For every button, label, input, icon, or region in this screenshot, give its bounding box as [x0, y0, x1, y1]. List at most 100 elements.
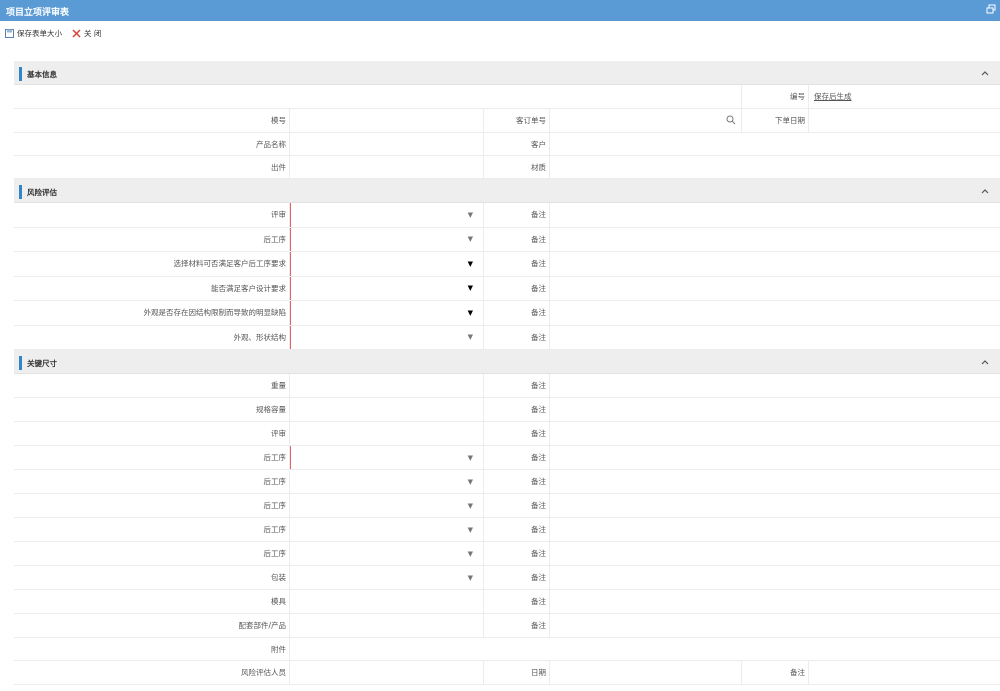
close-x-icon: [72, 29, 81, 38]
dropdown-arrow-icon[interactable]: ▼: [468, 260, 473, 268]
key-input[interactable]: [290, 590, 484, 613]
key-remark-input[interactable]: [550, 470, 1000, 493]
risk-select[interactable]: ▼: [290, 325, 484, 349]
key-remark-label: 备注: [484, 398, 550, 421]
key-input[interactable]: [290, 398, 484, 421]
key-remark-input[interactable]: [550, 566, 1000, 589]
key-row: 包装 ▼ 备注: [14, 566, 1000, 590]
key-label: 重量: [14, 374, 290, 397]
dropdown-arrow-icon[interactable]: ▼: [468, 235, 473, 243]
key-remark-input[interactable]: [550, 374, 1000, 397]
key-select[interactable]: ▼: [290, 446, 484, 469]
window-restore-icon[interactable]: [986, 4, 996, 14]
basic-row-number: 编号 保存后生成: [14, 85, 1000, 109]
chevron-up-icon[interactable]: [980, 357, 990, 367]
risk-remark-input[interactable]: [550, 277, 1000, 301]
dropdown-arrow-icon[interactable]: ▼: [468, 211, 473, 219]
order-label: 客订单号: [484, 109, 550, 132]
key-label: 后工序: [14, 494, 290, 517]
close-button[interactable]: 关 闭: [72, 28, 101, 39]
close-label: 关 闭: [84, 29, 102, 38]
risk-remark-input[interactable]: [550, 252, 1000, 276]
key-select[interactable]: ▼: [290, 542, 484, 565]
chevron-up-icon[interactable]: [980, 68, 990, 78]
key-remark-label: 备注: [484, 446, 550, 469]
key-select[interactable]: ▼: [290, 566, 484, 589]
key-remark-input[interactable]: [550, 446, 1000, 469]
risk-select[interactable]: ▼: [290, 227, 484, 251]
key-remark-input[interactable]: [550, 614, 1000, 637]
key-remark-input[interactable]: [550, 518, 1000, 541]
key-label: 后工序: [14, 446, 290, 469]
save-form-size-button[interactable]: 保存表单大小: [5, 28, 62, 39]
key-row: 配套部件/产品 备注: [14, 614, 1000, 638]
risk-select[interactable]: ▼: [290, 252, 484, 276]
key-remark-input[interactable]: [550, 422, 1000, 445]
dropdown-arrow-icon[interactable]: ▼: [468, 309, 473, 317]
save-icon: [5, 29, 14, 38]
dropdown-arrow-icon[interactable]: ▼: [468, 454, 473, 462]
attachment-label: 附件: [14, 638, 290, 660]
key-select[interactable]: ▼: [290, 494, 484, 517]
assess-remark-label: 备注: [742, 661, 809, 684]
order-date-input[interactable]: [809, 109, 1000, 132]
key-remark-label: 备注: [484, 566, 550, 589]
product-input[interactable]: [290, 133, 484, 155]
basic-row-output: 出件 材质: [14, 156, 1000, 179]
key-row: 后工序 ▼ 备注: [14, 518, 1000, 542]
order-input[interactable]: [550, 109, 742, 132]
key-remark-input[interactable]: [550, 398, 1000, 421]
dropdown-arrow-icon[interactable]: ▼: [468, 502, 473, 510]
risk-remark-input[interactable]: [550, 301, 1000, 325]
section-accent-bar: [19, 67, 22, 81]
assess-remark-input[interactable]: [809, 661, 1000, 684]
search-icon[interactable]: [726, 115, 736, 125]
section-accent-bar: [19, 356, 22, 370]
customer-input[interactable]: [550, 133, 1000, 155]
dropdown-arrow-icon[interactable]: ▼: [468, 333, 473, 341]
key-input[interactable]: [290, 614, 484, 637]
assessor-input[interactable]: [290, 661, 484, 684]
section-accent-bar: [19, 185, 22, 199]
key-select[interactable]: ▼: [290, 470, 484, 493]
dropdown-arrow-icon[interactable]: ▼: [468, 550, 473, 558]
dropdown-arrow-icon[interactable]: ▼: [468, 478, 473, 486]
key-remark-label: 备注: [484, 422, 550, 445]
customer-label: 客户: [484, 133, 550, 155]
key-remark-input[interactable]: [550, 542, 1000, 565]
risk-select[interactable]: ▼: [290, 203, 484, 227]
product-label: 产品名称: [14, 133, 290, 155]
key-input[interactable]: [290, 374, 484, 397]
key-remark-label: 备注: [484, 614, 550, 637]
key-input[interactable]: [290, 422, 484, 445]
material-input[interactable]: [550, 156, 1000, 178]
risk-select[interactable]: ▼: [290, 301, 484, 325]
assess-date-label: 日期: [484, 661, 550, 684]
save-form-size-label: 保存表单大小: [17, 29, 62, 38]
dropdown-arrow-icon[interactable]: ▼: [468, 574, 473, 582]
assess-date-input[interactable]: [550, 661, 742, 684]
key-label: 模具: [14, 590, 290, 613]
risk-remark-input[interactable]: [550, 228, 1000, 252]
key-select[interactable]: ▼: [290, 518, 484, 541]
risk-remark-label: 备注: [484, 276, 550, 300]
chevron-up-icon[interactable]: [980, 186, 990, 196]
model-input[interactable]: [290, 109, 484, 132]
dropdown-arrow-icon[interactable]: ▼: [468, 284, 473, 292]
risk-remark-input[interactable]: [550, 203, 1000, 227]
risk-label: 能否满足客户设计要求: [14, 276, 290, 300]
key-row: 后工序 ▼ 备注: [14, 446, 1000, 470]
section-title: 关键尺寸: [27, 359, 57, 368]
key-row: 后工序 ▼ 备注: [14, 542, 1000, 566]
model-label: 模号: [14, 109, 290, 132]
risk-row: 外观是否存在因结构限制而导致的明显缺陷 ▼ 备注: [14, 301, 1000, 326]
assessor-label: 风险评估人员: [14, 661, 290, 684]
key-remark-input[interactable]: [550, 494, 1000, 517]
key-row: 后工序 ▼ 备注: [14, 470, 1000, 494]
risk-select[interactable]: ▼: [290, 276, 484, 300]
attachment-field[interactable]: [290, 638, 1000, 660]
key-remark-input[interactable]: [550, 590, 1000, 613]
output-input[interactable]: [290, 156, 484, 178]
risk-remark-input[interactable]: [550, 326, 1000, 350]
dropdown-arrow-icon[interactable]: ▼: [468, 526, 473, 534]
